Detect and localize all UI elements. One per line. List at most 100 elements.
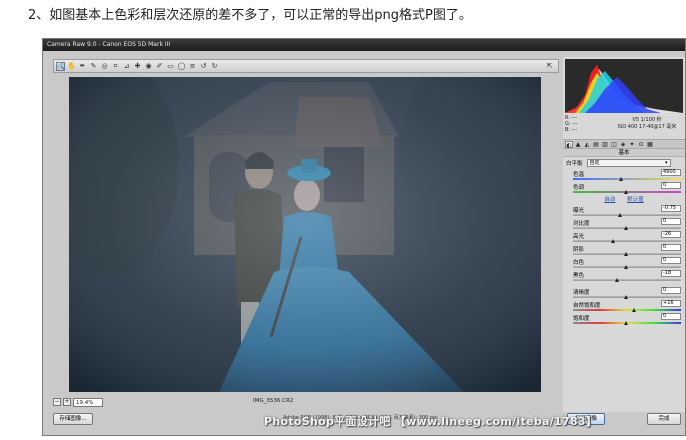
watermark-text: PhotoShop平面设计吧 【www.lineeg.com/iteba/178…: [264, 415, 598, 428]
slider-row: 白色 0: [563, 257, 685, 270]
slider-label: 饱和度: [573, 316, 590, 322]
slider-row: 饱和度 0: [563, 313, 685, 326]
photo-preview[interactable]: [69, 77, 541, 392]
slider-value-input[interactable]: -26: [661, 231, 681, 238]
white-balance-tool-icon[interactable]: ✒: [78, 62, 87, 71]
rotate-ccw-tool-icon[interactable]: ↺: [199, 62, 208, 71]
slider-label: 高光: [573, 234, 585, 240]
spot-removal-tool-icon[interactable]: ✚: [133, 62, 142, 71]
slider-thumb[interactable]: [632, 308, 637, 312]
slider-value-input[interactable]: 0: [661, 257, 681, 264]
caption-text: 2、如图基本上色彩和层次还原的差不多了，可以正常的导出png格式P图了。: [28, 8, 472, 23]
panel-tab-6-icon[interactable]: ◈: [619, 141, 627, 148]
slider-value-input[interactable]: 0: [661, 287, 681, 294]
slider-value-input[interactable]: 0: [661, 244, 681, 251]
slider-label: 白色: [573, 260, 585, 266]
color-sampler-tool-icon[interactable]: ✎: [89, 62, 98, 71]
panel-tab-4-icon[interactable]: ▥: [601, 141, 609, 148]
auto-default-row: 自动 默认值: [563, 195, 685, 205]
slider-thumb[interactable]: [624, 190, 628, 194]
slider-thumb[interactable]: [624, 265, 628, 269]
panel-tab-1-icon[interactable]: ▲: [574, 141, 582, 148]
rgb-readout: R: --- G: --- B: ---: [565, 115, 578, 133]
slider-label: 清晰度: [573, 290, 590, 296]
slider-label: 色温: [573, 172, 585, 178]
slider-value-input[interactable]: 0: [661, 218, 681, 225]
slider-row: 清晰度 0: [563, 287, 685, 300]
panel-tab-3-icon[interactable]: ▤: [592, 141, 600, 148]
slider-value-input[interactable]: 0: [661, 182, 681, 189]
white-balance-label: 白平衡: [566, 161, 583, 167]
slider-thumb[interactable]: [618, 177, 623, 181]
save-image-button[interactable]: 存储图像...: [53, 413, 93, 425]
slider-value-input[interactable]: -18: [661, 270, 681, 277]
adjustment-panel: R: --- G: --- B: --- f/5 1/100 秒 ISO 400…: [563, 57, 685, 412]
slider-thumb[interactable]: [617, 213, 622, 217]
slider-thumb[interactable]: [624, 252, 628, 256]
section-title-basic: 基本: [563, 149, 685, 157]
slider-value-input[interactable]: +16: [661, 300, 681, 307]
histogram: [565, 59, 683, 113]
default-link[interactable]: 默认值: [627, 197, 644, 203]
hand-tool-icon[interactable]: ✋: [67, 62, 76, 71]
slider-thumb[interactable]: [610, 239, 615, 243]
targeted-adjustment-tool-icon[interactable]: ◎: [100, 62, 109, 71]
auto-link[interactable]: 自动: [604, 197, 615, 203]
zoom-in-icon[interactable]: +: [63, 398, 71, 406]
panel-tab-0-icon[interactable]: ◐: [565, 140, 573, 149]
slider-track[interactable]: [573, 214, 681, 216]
done-button[interactable]: 完成: [647, 413, 681, 425]
slider-thumb[interactable]: [624, 295, 628, 299]
straighten-tool-icon[interactable]: ⊿: [122, 62, 131, 71]
panel-tab-5-icon[interactable]: ◫: [610, 141, 618, 148]
slider-row: 自然饱和度 +16: [563, 300, 685, 313]
histogram-graph: [565, 65, 683, 113]
slider-track[interactable]: [573, 309, 681, 311]
slider-value-input[interactable]: 0: [661, 313, 681, 320]
slider-label: 曝光: [573, 208, 585, 214]
slider-thumb[interactable]: [614, 278, 619, 282]
window-title: Camera Raw 9.0 - Canon EOS 5D Mark III: [43, 39, 685, 51]
slider-value-input[interactable]: 4900: [661, 169, 681, 176]
slider-label: 对比度: [573, 221, 590, 227]
slider-label: 阴影: [573, 247, 585, 253]
slider-thumb[interactable]: [624, 321, 628, 325]
slider-thumb[interactable]: [624, 226, 628, 230]
camera-raw-window: Camera Raw 9.0 - Canon EOS 5D Mark III 🔍…: [42, 38, 686, 436]
slider-track[interactable]: [573, 279, 681, 281]
slider-row: 阴影 0: [563, 244, 685, 257]
red-eye-tool-icon[interactable]: ◉: [144, 62, 153, 71]
white-balance-select[interactable]: 自定: [586, 159, 671, 167]
zoom-select[interactable]: 19.4%: [73, 397, 103, 407]
slider-label: 色调: [573, 185, 585, 191]
slider-track[interactable]: [573, 178, 681, 180]
radial-filter-tool-icon[interactable]: ◯: [177, 62, 186, 71]
preferences-tool-icon[interactable]: ≡: [188, 62, 197, 71]
slider-row: 黑色 -18: [563, 270, 685, 283]
slider-label: 黑色: [573, 273, 585, 279]
slider-row: 色温 4900: [563, 169, 685, 182]
camera-info: R: --- G: --- B: --- f/5 1/100 秒 ISO 400…: [563, 113, 685, 139]
slider-track[interactable]: [573, 240, 681, 242]
toolbar: 🔍 ✋ ✒ ✎ ◎ ⌗ ⊿ ✚ ◉ ✐ ▭ ◯ ≡ ↺ ↻ ⇱: [53, 59, 559, 73]
exif-info: f/5 1/100 秒 ISO 400 17-40@17 毫米: [617, 117, 677, 130]
rotate-cw-tool-icon[interactable]: ↻: [210, 62, 219, 71]
panel-tabs: ◐ ▲ ◭ ▤ ▥ ◫ ◈ ✦ ⊙ ▦: [563, 139, 685, 149]
status-bar: − + 19.4% IMG_3536.CR2: [53, 396, 559, 408]
file-name: IMG_3536.CR2: [253, 398, 294, 404]
full-screen-icon[interactable]: ⇱: [545, 61, 554, 70]
panel-tab-7-icon[interactable]: ✦: [628, 141, 636, 148]
zoom-tool-icon[interactable]: 🔍: [56, 61, 65, 71]
photo-image: [69, 77, 541, 392]
graduated-filter-tool-icon[interactable]: ▭: [166, 62, 175, 71]
slider-value-input[interactable]: -0.75: [661, 205, 681, 212]
crop-tool-icon[interactable]: ⌗: [111, 62, 120, 71]
panel-tab-9-icon[interactable]: ▦: [646, 141, 654, 148]
panel-tab-2-icon[interactable]: ◭: [583, 141, 591, 148]
slider-label: 自然饱和度: [573, 303, 601, 309]
panel-tab-8-icon[interactable]: ⊙: [637, 141, 645, 148]
slider-row: 曝光 -0.75: [563, 205, 685, 218]
slider-row: 色调 0: [563, 182, 685, 195]
zoom-out-icon[interactable]: −: [53, 398, 61, 406]
adjustment-brush-tool-icon[interactable]: ✐: [155, 62, 164, 71]
